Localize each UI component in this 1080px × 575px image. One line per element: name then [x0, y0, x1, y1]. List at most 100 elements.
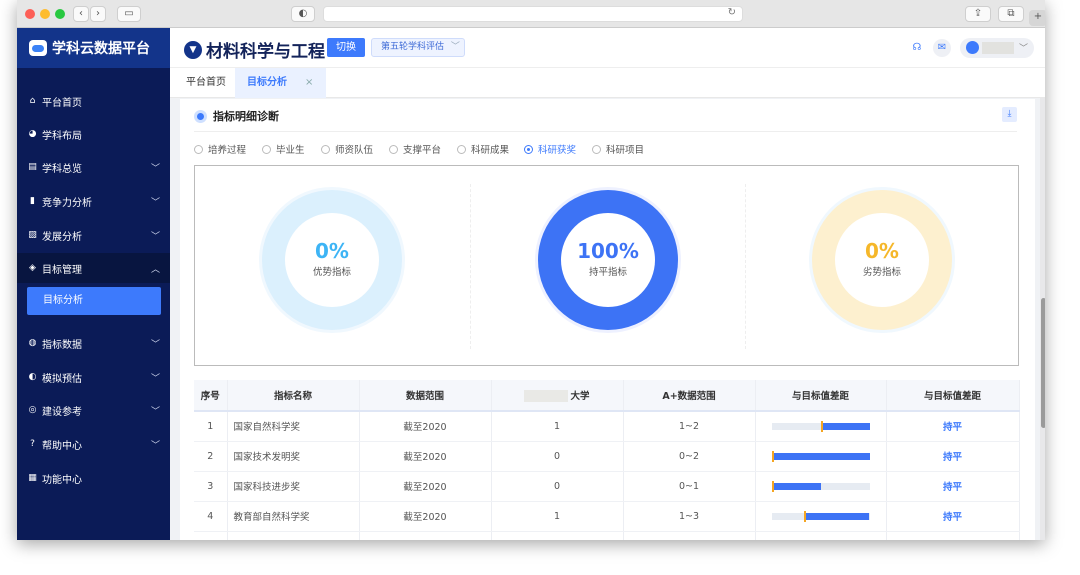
- sidebar-item-label: 学科布局: [42, 130, 82, 142]
- cell-aplus: 0~1: [623, 471, 756, 502]
- forward-button[interactable]: ›: [90, 6, 106, 22]
- sidebar: 学科云数据平台 ⌂ 平台首页 ◕ 学科布局 ▤ 学科总览 ﹀ ▮ 竞争力分析 ﹀…: [17, 28, 170, 540]
- cell-value: 0: [491, 441, 624, 472]
- col-header-no: 序号: [194, 380, 228, 412]
- minimize-window-button[interactable]: [40, 9, 50, 19]
- switch-button[interactable]: 切换: [327, 38, 365, 57]
- radio-label: 支撑平台: [403, 145, 442, 156]
- donut-center: 0% 劣势指标: [835, 213, 929, 307]
- radio-circle: [457, 144, 466, 154]
- radio-label: 毕业生: [276, 145, 305, 156]
- scrollbar-thumb[interactable]: [1041, 298, 1045, 428]
- tab-target-analysis[interactable]: 平台首页目标分析×: [235, 68, 326, 98]
- sidebar-item-icon: ▨: [28, 230, 37, 240]
- gap-bar: [771, 420, 870, 432]
- gap-bar-fill: [771, 482, 821, 490]
- sidebar-item-label: 竞争力分析: [42, 197, 92, 209]
- sidebar-item-5[interactable]: ◈ 目标管理 ︿: [17, 253, 170, 283]
- sidebar-item-4[interactable]: ▨ 发展分析 ﹀: [17, 220, 170, 250]
- col-header-gap: 与目标值差距: [886, 380, 1020, 412]
- sidebar-item-8[interactable]: ◎ 建设参考 ﹀: [17, 395, 170, 425]
- gap-bar: [771, 450, 870, 462]
- summary-panel: 0% 优势指标 100% 持平指标 0% 劣势指标: [194, 165, 1019, 366]
- radio-option[interactable]: 培养过程: [194, 142, 246, 156]
- sidebar-item-6[interactable]: ◍ 指标数据 ﹀: [17, 328, 170, 358]
- cell-name: 教育部自然科学奖: [227, 501, 360, 532]
- col-header-university: 大学: [491, 380, 624, 412]
- sidebar-item-icon: ◈: [29, 263, 36, 273]
- chevron-icon: ﹀: [150, 373, 160, 384]
- chevron-icon: ﹀: [150, 231, 160, 242]
- sidebar-toggle-button[interactable]: ▭: [117, 6, 141, 22]
- round-label: 第五轮学科评估: [381, 42, 445, 52]
- mail-icon[interactable]: ✉: [933, 39, 951, 57]
- username-blurred: [982, 42, 1014, 54]
- sidebar-item-9[interactable]: ? 帮助中心 ﹀: [17, 429, 170, 459]
- table-row: [194, 531, 1020, 540]
- sidebar-item-label: 学科总览: [42, 163, 82, 175]
- donut-center: 100% 持平指标: [561, 213, 655, 307]
- sidebar-item-label: 模拟预估: [42, 373, 82, 385]
- close-window-button[interactable]: [25, 9, 35, 19]
- brand-name: 学科云数据平台: [52, 41, 150, 57]
- section-title: 指标明细诊断: [213, 110, 279, 123]
- sidebar-subitem-target-analysis[interactable]: 目标分析: [27, 287, 161, 315]
- cell-value: 1: [491, 411, 624, 442]
- sidebar-item-label: 发展分析: [42, 231, 82, 243]
- close-icon[interactable]: ×: [305, 77, 313, 88]
- university-name-blurred: [524, 390, 569, 403]
- cell-gap-bar: [755, 411, 887, 442]
- evaluation-round-select[interactable]: 第五轮学科评估 ﹀: [371, 38, 465, 57]
- radio-option[interactable]: 科研项目: [592, 142, 644, 156]
- cell-aplus: 0~2: [623, 441, 756, 472]
- address-bar[interactable]: ↻: [323, 6, 743, 22]
- chevron-down-icon: ﹀: [450, 42, 460, 52]
- sidebar-item-0[interactable]: ⌂ 平台首页: [17, 86, 170, 116]
- cell-no: 1: [194, 411, 228, 442]
- brand: 学科云数据平台: [17, 28, 170, 68]
- donut-label: 持平指标: [588, 267, 627, 278]
- cell-status: 持平: [886, 411, 1020, 442]
- radio-option[interactable]: 科研成果: [457, 142, 509, 156]
- radio-option[interactable]: 支撑平台: [389, 142, 441, 156]
- gap-bar-fill: [803, 512, 870, 520]
- sidebar-item-1[interactable]: ◕ 学科布局: [17, 119, 170, 149]
- tab-label: 目标分析: [247, 77, 287, 88]
- chevron-icon: ﹀: [150, 440, 160, 451]
- chevron-icon: ﹀: [150, 197, 160, 208]
- sidebar-item-label: 指标数据: [42, 339, 82, 351]
- browser-window: ‹ › ▭ ◐ ↻ ⇪ ⧉ + 学科云数据平台 ⌂ 平台首页 ◕ 学科布局 ▤ …: [17, 0, 1045, 540]
- radio-option[interactable]: 毕业生: [262, 142, 305, 156]
- user-menu[interactable]: ﹀: [960, 38, 1034, 58]
- col-header-aplus: A+数据范围: [623, 380, 756, 412]
- radio-option[interactable]: 师资队伍: [321, 142, 373, 156]
- gap-bar-fill: [820, 422, 870, 430]
- tabs-overview-icon[interactable]: ⧉: [998, 6, 1024, 22]
- new-tab-icon[interactable]: +: [1029, 10, 1045, 26]
- sidebar-item-7[interactable]: ◐ 模拟预估 ﹀: [17, 362, 170, 392]
- scrollbar[interactable]: [1040, 98, 1045, 540]
- reader-icon[interactable]: ◐: [291, 6, 315, 22]
- avatar: [966, 41, 979, 54]
- reload-icon[interactable]: ↻: [728, 7, 736, 18]
- cell-name: 国家技术发明奖: [227, 441, 360, 472]
- gap-bar-marker: [820, 420, 823, 432]
- page-tabs: 平台首页 平台首页目标分析×: [170, 68, 1045, 98]
- chevron-icon: ﹀: [150, 339, 160, 350]
- back-button[interactable]: ‹: [73, 6, 89, 22]
- sidebar-item-10[interactable]: ▦ 功能中心: [17, 463, 170, 493]
- support-headset-icon[interactable]: ☊: [908, 39, 926, 57]
- share-icon[interactable]: ⇪: [965, 6, 991, 22]
- cell-name: 国家自然科学奖: [227, 411, 360, 442]
- radio-circle: [389, 144, 398, 154]
- sidebar-item-icon: ◕: [28, 129, 37, 139]
- sidebar-item-icon: ?: [30, 439, 35, 449]
- radio-option[interactable]: 科研获奖: [524, 142, 576, 156]
- cell-gap-bar: [755, 441, 887, 472]
- sidebar-item-3[interactable]: ▮ 竞争力分析 ﹀: [17, 186, 170, 216]
- sidebar-item-2[interactable]: ▤ 学科总览 ﹀: [17, 152, 170, 182]
- download-icon[interactable]: ⤓: [1002, 107, 1017, 122]
- tab-home[interactable]: 平台首页: [174, 68, 238, 98]
- zoom-window-button[interactable]: [55, 9, 65, 19]
- col-header-range: 数据范围: [359, 380, 492, 412]
